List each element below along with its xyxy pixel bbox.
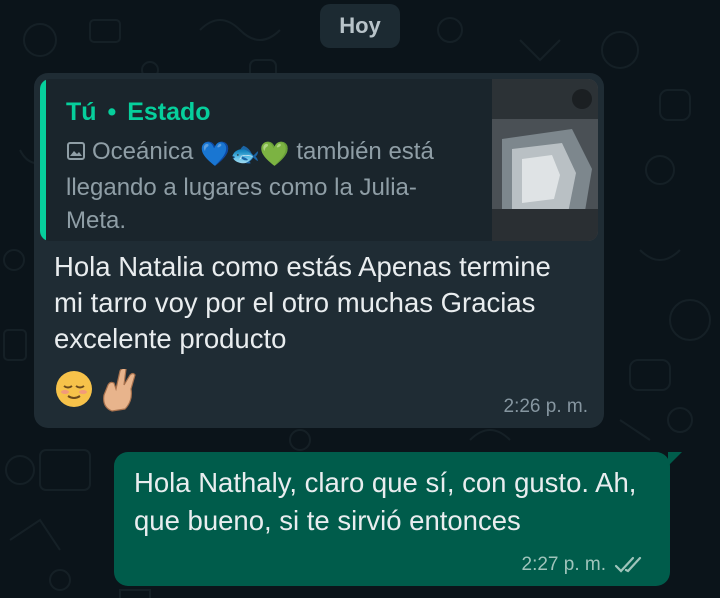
outgoing-timestamp: 2:27 p. m. [521,554,607,575]
outgoing-message-text: Hola Nathaly, claro que sí, con gusto. A… [134,467,637,536]
quote-text-prefix: Oceánica [92,138,194,165]
outgoing-message-bubble[interactable]: Hola Nathaly, claro que sí, con gusto. A… [114,452,682,586]
date-chip-label: Hoy [339,13,381,38]
status-thumbnail [492,79,598,241]
double-check-icon [614,556,642,573]
crossed-fingers-emoji [103,369,136,412]
quote-author: Tú [66,98,97,126]
incoming-message-bubble[interactable]: Tú • Estado Oceánica 💙🐟💚 también está ll… [34,73,604,428]
image-icon [67,142,85,160]
incoming-timestamp: 2:26 p. m. [503,396,589,417]
quoted-status-reply[interactable]: Tú • Estado Oceánica 💙🐟💚 también está ll… [40,79,598,241]
relieved-face-emoji [56,371,92,407]
quote-accent-bar [40,79,46,241]
incoming-emoji-row [54,369,138,413]
bubble-tail [668,452,682,466]
incoming-message-text: Hola Natalia como estás Apenas termine m… [54,251,551,354]
quote-context: Estado [127,98,211,126]
quote-separator: • [107,98,117,126]
quote-author-line: Tú • Estado [66,97,211,127]
outgoing-meta: 2:27 p. m. [522,554,649,576]
quote-emoji-sequence: 💙🐟💚 [200,141,290,168]
quote-text: Oceánica 💙🐟💚 también está llegando a lug… [66,135,476,237]
date-chip: Hoy [320,4,400,48]
